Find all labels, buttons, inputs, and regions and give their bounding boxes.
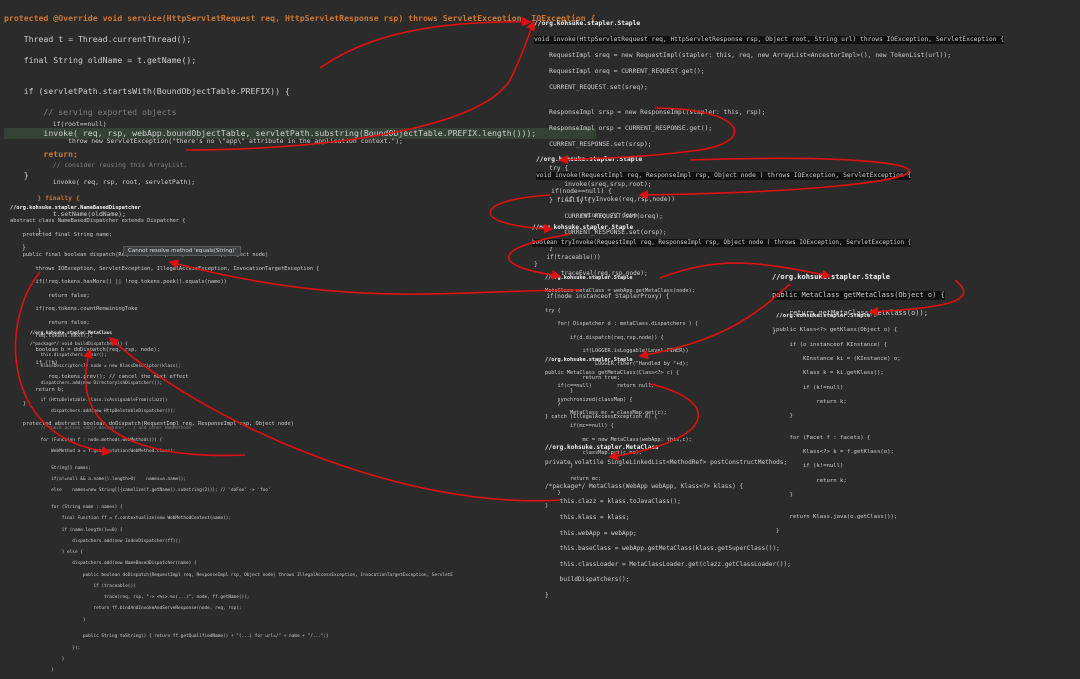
code-line: throws IOException, ServletException, Il… [10,265,320,272]
code-line: return Klass.java(o.getClass()); [776,513,898,520]
code-line: dispatchers.add(new NameBasedDispatcher(… [30,561,197,567]
code-line: if (HttpDeletable.class.isAssignableFrom… [30,398,168,404]
code-block-build-dispatchers: //org.kohsuke.stapler.MetaClass /*packag… [30,325,453,679]
code-line: this.classLoader = MetaClassLoader.get(c… [545,560,791,568]
code-line: if (servletPath.startsWith(BoundObjectTa… [4,86,290,96]
code-line: this.dispatchers.clear(); [30,353,107,359]
code-line: if (k!=null) [776,384,844,391]
code-line: if (name.length()==0) { [30,527,123,533]
file-header: //org.kohsuke.stapler.Staple [532,223,634,231]
code-line: if(root==null) [22,120,107,129]
code-line: dispatchers.add(new DirectoryishDispatch… [30,381,163,387]
code-line: String[] names; [30,465,91,471]
code-line-metaclass-constructor-signature: /*package*/ MetaClass(WebApp webApp, Kla… [545,482,744,490]
code-line: for (Facet f : facets) { [776,434,871,441]
file-header: //org.kohsuke.stapler.Staple [545,356,633,363]
code-line: if(traceable()) [532,254,601,262]
code-line-get-metaclass: MetaClass metaClass = webApp.getMetaClas… [545,287,695,294]
code-line: return k; [776,399,847,406]
code-line: if(c==null) return null; [545,383,655,390]
code-line: /*package*/ void buildDispatchers() { [30,341,128,347]
code-line: // check action <obj>.do<token>(...) and… [30,426,192,432]
code-line: if (k!=null) [776,463,844,470]
code-line: try { [545,307,561,314]
code-line: // consider reusing this ArrayList. [22,161,188,170]
code-line: if(req.tokens.countRemainingToke [10,306,138,313]
code-line: RequestImpl oreq = CURRENT_REQUEST.get()… [534,68,705,76]
code-line: ResponseImpl orsp = CURRENT_RESPONSE.get… [534,124,713,132]
code-line: } [776,527,780,534]
code-line: return k; [776,477,847,484]
code-line: for( Dispatcher d : metaClass.dispatcher… [545,321,699,328]
code-line-invoke-signature: void invoke(HttpServletRequest req, Http… [534,36,1005,45]
code-line: } [545,591,549,599]
code-line: CURRENT_REQUEST.set(sreq); [534,84,648,92]
code-line-get-metaclass-signature: public MetaClass getMetaClass(Object o) … [772,290,945,300]
code-line: } [776,492,793,499]
code-line: WebMethod a = f.getAnnotation(WebMethod.… [30,448,176,454]
code-line: protected final String name; [10,231,113,238]
code-line: KlassDescriptor<?> node = new KlassDescr… [30,364,181,370]
code-line: abstract class NameBasedDispatcher exten… [10,218,186,225]
code-line-dispatch: if(d.dispatch(req,rsp,node)) { [545,334,664,341]
code-line: if(mc==null) { [545,423,614,430]
code-line: public MetaClass getMetaClass(Class<?> c… [545,369,680,376]
code-line: return false; [10,292,90,299]
code-line: }); [30,645,81,651]
code-line: trace(req, rsp, "-> <%s>.%s(...)", node,… [30,595,250,600]
file-header: //org.kohsuke.stapler.Staple [776,313,871,320]
code-line: } [776,413,793,420]
code-line: } [30,656,65,662]
code-line: for (Function f : node.methods.webMethod… [30,437,163,443]
code-line: this.baseClass = webApp.getMetaClass(kla… [545,545,780,553]
code-line: dispatchers.add(new IndexDispatcher(ff))… [30,538,181,544]
code-line: final String oldName = t.getName(); [4,54,197,65]
code-line: synchronized(classMap) { [545,396,633,403]
file-header: //org.kohsuke.stapler.Staple [772,272,891,281]
code-line: public String toString() { return ff.get… [30,634,329,640]
code-line: } [30,668,54,674]
code-line-do-dispatch: public boolean doDispatch(RequestImpl re… [30,572,453,578]
code-block-get-klass: //org.kohsuke.stapler.Staple public Klas… [776,306,901,542]
code-line-invoke-node-signature: void invoke(RequestImpl req, ResponseImp… [536,172,912,181]
code-line: RequestImpl sreq = new RequestImpl(stapl… [534,52,952,60]
code-line: dispatchers.add(new HttpDeletableDispatc… [30,409,176,415]
code-line: if(a!=null && a.name().length>0) names=a… [30,476,186,482]
code-line: MetaClass mc = classMap.get(c); [545,409,667,416]
code-line: } [30,617,86,623]
code-line: Klass k = ki.getKlass(); [776,370,884,377]
file-header: //org.kohsuke.stapler.NameBasedDispatche… [10,204,141,211]
code-line: } else { [30,550,83,555]
file-header: //org.kohsuke.stapler.Staple [536,156,643,164]
code-line: this.webApp = webApp; [545,529,637,537]
code-line: for (String name : names) { [30,505,123,510]
code-line: private volatile SingleLinkedList<Method… [545,459,788,467]
code-block-metaclass-constructor: //org.kohsuke.stapler.MetaClass private … [545,436,791,608]
code-line: else names=new String[]{camelize(f.getNa… [30,488,271,494]
code-line: Thread t = Thread.currentThread(); [4,33,192,44]
code-line-invoke-root: invoke( req, rsp, root, servletPath); [22,177,196,186]
file-header: //org.kohsuke.stapler.Staple [534,20,641,28]
code-line: if(!req.tokens.hasMore() || !req.tokens.… [10,279,227,286]
code-line: this.klass = klass; [545,513,630,521]
code-line: public Klass<?> getKlass(Object o) { [776,327,898,334]
file-header: //org.kohsuke.stapler.MetaClass [30,330,112,336]
code-line: if (o instanceof KInstance) { [776,341,888,348]
code-line: Klass<?> k = f.getKlass(o); [776,449,894,456]
code-line-build-dispatchers-call: buildDispatchers(); [545,576,630,584]
code-line-tryinvoke-call: if (!tryInvoke(req,rsp,node)) [550,196,676,204]
error-tooltip: Cannot resolve method 'equals(String)' [123,246,241,256]
code-line: if (traceable()) [30,583,136,589]
code-line: throw new ServletException("there's no \… [22,136,403,145]
code-line: return ff.bindAndInvokeAndServeResponse(… [30,606,242,612]
code-line: protected @Override void service(HttpSer… [4,12,596,23]
code-line: KInstance ki = (KInstance) o; [776,356,901,363]
code-line: ResponseImpl srsp = new ResponseImpl(sta… [534,108,766,116]
code-line: final Function ff = f.contextualize(new … [30,516,231,522]
code-line-tryinvoke-signature: boolean tryInvoke(RequestImpl req, Respo… [532,239,912,247]
file-header: //org.kohsuke.stapler.MetaClass [545,443,659,451]
file-header: //org.kohsuke.stapler.Staple [545,274,633,281]
code-line: this.clazz = klass.toJavaClass(); [545,498,681,506]
